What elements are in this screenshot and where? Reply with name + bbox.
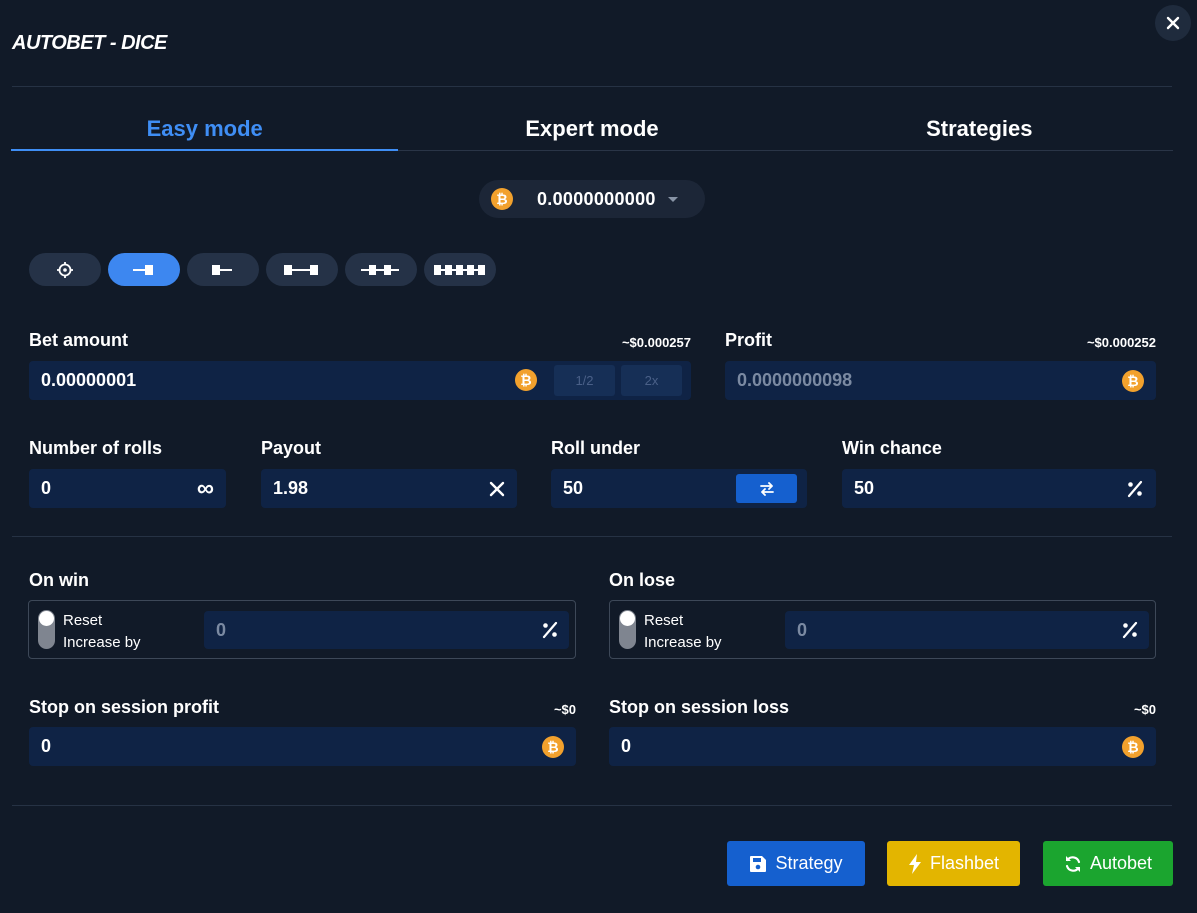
bet-amount-input[interactable]: 0.00000001 xyxy=(41,370,136,391)
mode-multi-button[interactable] xyxy=(424,253,496,286)
half-bet-button[interactable]: 1/2 xyxy=(554,365,615,396)
profit-field: 0.0000000098 ₿ xyxy=(725,361,1156,400)
on-lose-input[interactable]: 0 xyxy=(785,611,1149,649)
bitcoin-icon: ₿ xyxy=(1122,369,1144,392)
on-win-value[interactable]: 0 xyxy=(216,620,226,641)
roll-under-label: Roll under xyxy=(551,438,640,458)
split-bar-icon xyxy=(361,264,399,275)
payout-field[interactable]: 1.98 xyxy=(261,469,517,508)
payout-label: Payout xyxy=(261,438,322,458)
flashbet-button-label: Flashbet xyxy=(929,853,1000,873)
save-icon xyxy=(750,855,767,872)
win-chance-label: Win chance xyxy=(842,438,942,458)
stop-loss-field[interactable]: 0 ₿ xyxy=(609,727,1156,766)
on-win-box: Reset Increase by 0 xyxy=(28,600,576,659)
balance-amount: 0.0000000000 xyxy=(537,188,656,209)
footer-divider xyxy=(12,805,1172,806)
refresh-icon xyxy=(1065,855,1081,872)
close-button[interactable] xyxy=(1155,5,1191,41)
rolls-label: Number of rolls xyxy=(29,438,163,458)
page-title: AUTOBET - DICE xyxy=(12,32,167,54)
strategy-button-label: Strategy xyxy=(775,853,843,873)
stop-loss-input[interactable]: 0 xyxy=(621,736,631,757)
autobet-button-label: Autobet xyxy=(1089,853,1153,873)
infinity-icon: ∞ xyxy=(196,474,214,502)
on-win-input[interactable]: 0 xyxy=(204,611,569,649)
multi-bar-icon xyxy=(434,264,485,275)
flashbet-button[interactable]: Flashbet xyxy=(887,841,1020,886)
mode-target-button[interactable] xyxy=(29,253,101,286)
mode-bars-button[interactable] xyxy=(266,253,338,286)
single-bar-icon xyxy=(133,264,153,275)
profit-label: Profit xyxy=(725,330,772,350)
rolls-field[interactable]: 0 ∞ xyxy=(29,469,226,508)
swap-arrows-icon xyxy=(759,481,774,496)
close-icon xyxy=(1166,16,1180,30)
tab-expert-mode[interactable]: Expert mode xyxy=(398,108,785,150)
on-lose-value[interactable]: 0 xyxy=(797,620,807,641)
profit-value: 0.0000000098 xyxy=(737,370,853,390)
on-lose-reset-label: Reset xyxy=(644,612,684,629)
double-bet-button[interactable]: 2x xyxy=(621,365,682,396)
on-lose-increase-label: Increase by xyxy=(644,634,722,651)
bet-amount-field[interactable]: 0.00000001 ₿ 1/2 2x xyxy=(29,361,691,400)
autobet-button[interactable]: Autobet xyxy=(1043,841,1173,886)
bitcoin-icon: ₿ xyxy=(491,188,513,210)
bet-mode-selector xyxy=(29,253,496,286)
percent-icon xyxy=(542,621,558,639)
double-bar-icon xyxy=(284,264,318,275)
on-lose-label: On lose xyxy=(609,570,676,590)
stop-profit-label: Stop on session profit xyxy=(29,697,220,717)
mode-split-button[interactable] xyxy=(345,253,417,286)
lightning-icon xyxy=(908,853,921,874)
on-win-reset-label: Reset xyxy=(63,612,103,629)
currency-selector[interactable]: ₿ 0.0000000000 xyxy=(479,180,705,218)
strategy-button[interactable]: Strategy xyxy=(727,841,865,886)
on-lose-box: Reset Increase by 0 xyxy=(609,600,1156,659)
percent-icon xyxy=(1122,621,1138,639)
on-win-toggle-labels: Reset Increase by xyxy=(63,610,141,654)
roll-under-field[interactable]: 50 xyxy=(551,469,807,508)
bet-amount-usd: ~$0.000257 xyxy=(621,335,691,350)
on-win-label: On win xyxy=(29,570,89,590)
chevron-down-icon xyxy=(667,196,678,202)
stop-profit-input[interactable]: 0 xyxy=(41,736,51,757)
roll-under-input[interactable]: 50 xyxy=(563,478,583,499)
stop-profit-field[interactable]: 0 ₿ xyxy=(29,727,576,766)
section-divider xyxy=(12,536,1172,537)
header-divider xyxy=(12,86,1172,87)
on-win-increase-label: Increase by xyxy=(63,634,141,651)
target-icon xyxy=(57,261,73,278)
mode-left-bar-button[interactable] xyxy=(187,253,259,286)
on-lose-toggle-labels: Reset Increase by xyxy=(644,610,722,654)
bitcoin-icon: ₿ xyxy=(542,735,564,758)
win-chance-field[interactable]: 50 xyxy=(842,469,1156,508)
bitcoin-icon: ₿ xyxy=(515,369,537,391)
mode-single-button[interactable] xyxy=(108,253,180,286)
on-lose-toggle[interactable] xyxy=(619,610,636,649)
percent-icon xyxy=(1127,480,1143,497)
profit-usd: ~$0.000252 xyxy=(1086,335,1156,350)
stop-loss-label: Stop on session loss xyxy=(609,697,790,717)
bitcoin-icon: ₿ xyxy=(1122,735,1144,758)
stop-loss-usd: ~$0 xyxy=(1133,702,1156,717)
tab-easy-mode[interactable]: Easy mode xyxy=(11,108,399,151)
left-bar-icon xyxy=(212,264,232,275)
payout-input[interactable]: 1.98 xyxy=(273,478,308,499)
bet-amount-label: Bet amount xyxy=(29,330,128,350)
stop-profit-usd: ~$0 xyxy=(553,702,576,717)
on-win-toggle[interactable] xyxy=(38,610,55,649)
multiply-icon xyxy=(489,481,505,496)
win-chance-input[interactable]: 50 xyxy=(854,478,874,499)
rolls-input[interactable]: 0 xyxy=(41,478,51,499)
mode-tabs: Easy mode Expert mode Strategies xyxy=(11,108,1173,151)
swap-direction-button[interactable] xyxy=(736,474,797,503)
tab-strategies[interactable]: Strategies xyxy=(786,108,1173,150)
